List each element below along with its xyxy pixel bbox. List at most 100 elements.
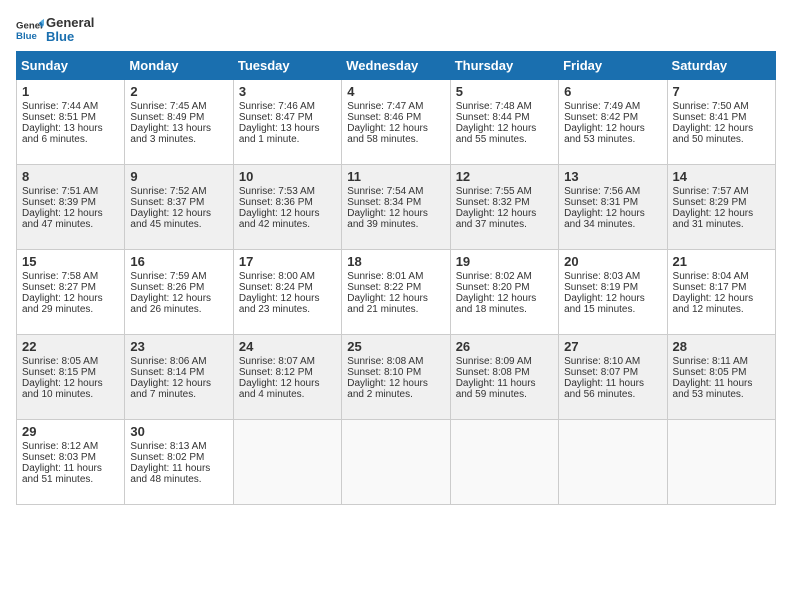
sunset-label: Sunset: 8:29 PM	[673, 197, 747, 208]
calendar-week-row: 8 Sunrise: 7:51 AM Sunset: 8:39 PM Dayli…	[17, 164, 776, 249]
day-number: 29	[22, 424, 119, 439]
day-number: 2	[130, 84, 227, 99]
day-number: 22	[22, 339, 119, 354]
daylight-label: Daylight: 11 hours and 53 minutes.	[673, 378, 753, 400]
daylight-label: Daylight: 12 hours and 31 minutes.	[673, 208, 754, 230]
sunrise-label: Sunrise: 8:09 AM	[456, 356, 532, 367]
day-number: 24	[239, 339, 336, 354]
table-row: 3 Sunrise: 7:46 AM Sunset: 8:47 PM Dayli…	[233, 79, 341, 164]
sunset-label: Sunset: 8:44 PM	[456, 112, 530, 123]
day-number: 23	[130, 339, 227, 354]
daylight-label: Daylight: 12 hours and 12 minutes.	[673, 293, 754, 315]
table-row: 21 Sunrise: 8:04 AM Sunset: 8:17 PM Dayl…	[667, 249, 775, 334]
sunset-label: Sunset: 8:51 PM	[22, 112, 96, 123]
sunset-label: Sunset: 8:08 PM	[456, 367, 530, 378]
sunrise-label: Sunrise: 7:55 AM	[456, 186, 532, 197]
day-number: 3	[239, 84, 336, 99]
table-row: 6 Sunrise: 7:49 AM Sunset: 8:42 PM Dayli…	[559, 79, 667, 164]
table-row: 18 Sunrise: 8:01 AM Sunset: 8:22 PM Dayl…	[342, 249, 450, 334]
sunset-label: Sunset: 8:34 PM	[347, 197, 421, 208]
day-number: 17	[239, 254, 336, 269]
calendar-week-row: 15 Sunrise: 7:58 AM Sunset: 8:27 PM Dayl…	[17, 249, 776, 334]
sunrise-label: Sunrise: 8:02 AM	[456, 271, 532, 282]
daylight-label: Daylight: 12 hours and 15 minutes.	[564, 293, 645, 315]
daylight-label: Daylight: 12 hours and 7 minutes.	[130, 378, 211, 400]
calendar-table: Sunday Monday Tuesday Wednesday Thursday…	[16, 51, 776, 505]
sunrise-label: Sunrise: 8:00 AM	[239, 271, 315, 282]
daylight-label: Daylight: 11 hours and 48 minutes.	[130, 463, 210, 485]
table-row: 16 Sunrise: 7:59 AM Sunset: 8:26 PM Dayl…	[125, 249, 233, 334]
table-row: 22 Sunrise: 8:05 AM Sunset: 8:15 PM Dayl…	[17, 334, 125, 419]
sunrise-label: Sunrise: 7:46 AM	[239, 101, 315, 112]
sunrise-label: Sunrise: 7:54 AM	[347, 186, 423, 197]
header-thursday: Thursday	[450, 51, 558, 79]
daylight-label: Daylight: 11 hours and 59 minutes.	[456, 378, 536, 400]
header-sunday: Sunday	[17, 51, 125, 79]
day-number: 21	[673, 254, 770, 269]
day-number: 30	[130, 424, 227, 439]
daylight-label: Daylight: 12 hours and 50 minutes.	[673, 123, 754, 145]
sunrise-label: Sunrise: 8:10 AM	[564, 356, 640, 367]
table-row: 26 Sunrise: 8:09 AM Sunset: 8:08 PM Dayl…	[450, 334, 558, 419]
daylight-label: Daylight: 12 hours and 37 minutes.	[456, 208, 537, 230]
table-row: 20 Sunrise: 8:03 AM Sunset: 8:19 PM Dayl…	[559, 249, 667, 334]
sunset-label: Sunset: 8:32 PM	[456, 197, 530, 208]
sunset-label: Sunset: 8:27 PM	[22, 282, 96, 293]
table-row: 27 Sunrise: 8:10 AM Sunset: 8:07 PM Dayl…	[559, 334, 667, 419]
sunrise-label: Sunrise: 7:52 AM	[130, 186, 206, 197]
table-row: 9 Sunrise: 7:52 AM Sunset: 8:37 PM Dayli…	[125, 164, 233, 249]
sunset-label: Sunset: 8:05 PM	[673, 367, 747, 378]
sunset-label: Sunset: 8:26 PM	[130, 282, 204, 293]
day-number: 8	[22, 169, 119, 184]
daylight-label: Daylight: 12 hours and 10 minutes.	[22, 378, 103, 400]
day-number: 1	[22, 84, 119, 99]
logo-icon: General Blue	[16, 16, 44, 44]
daylight-label: Daylight: 12 hours and 29 minutes.	[22, 293, 103, 315]
table-row: 15 Sunrise: 7:58 AM Sunset: 8:27 PM Dayl…	[17, 249, 125, 334]
table-row: 14 Sunrise: 7:57 AM Sunset: 8:29 PM Dayl…	[667, 164, 775, 249]
sunset-label: Sunset: 8:47 PM	[239, 112, 313, 123]
sunset-label: Sunset: 8:36 PM	[239, 197, 313, 208]
daylight-label: Daylight: 12 hours and 39 minutes.	[347, 208, 428, 230]
table-row	[667, 419, 775, 504]
header-monday: Monday	[125, 51, 233, 79]
daylight-label: Daylight: 13 hours and 3 minutes.	[130, 123, 211, 145]
sunrise-label: Sunrise: 8:04 AM	[673, 271, 749, 282]
sunset-label: Sunset: 8:17 PM	[673, 282, 747, 293]
table-row: 23 Sunrise: 8:06 AM Sunset: 8:14 PM Dayl…	[125, 334, 233, 419]
day-number: 16	[130, 254, 227, 269]
sunrise-label: Sunrise: 7:56 AM	[564, 186, 640, 197]
logo: General Blue General Blue	[16, 16, 94, 45]
day-number: 10	[239, 169, 336, 184]
sunset-label: Sunset: 8:14 PM	[130, 367, 204, 378]
header-wednesday: Wednesday	[342, 51, 450, 79]
daylight-label: Daylight: 12 hours and 45 minutes.	[130, 208, 211, 230]
header-saturday: Saturday	[667, 51, 775, 79]
day-number: 18	[347, 254, 444, 269]
daylight-label: Daylight: 12 hours and 2 minutes.	[347, 378, 428, 400]
sunrise-label: Sunrise: 7:57 AM	[673, 186, 749, 197]
sunrise-label: Sunrise: 7:47 AM	[347, 101, 423, 112]
table-row: 17 Sunrise: 8:00 AM Sunset: 8:24 PM Dayl…	[233, 249, 341, 334]
sunset-label: Sunset: 8:02 PM	[130, 452, 204, 463]
day-number: 11	[347, 169, 444, 184]
table-row	[233, 419, 341, 504]
sunrise-label: Sunrise: 8:01 AM	[347, 271, 423, 282]
daylight-label: Daylight: 13 hours and 6 minutes.	[22, 123, 103, 145]
sunset-label: Sunset: 8:49 PM	[130, 112, 204, 123]
sunrise-label: Sunrise: 8:06 AM	[130, 356, 206, 367]
svg-text:Blue: Blue	[16, 31, 37, 42]
day-number: 25	[347, 339, 444, 354]
sunset-label: Sunset: 8:39 PM	[22, 197, 96, 208]
sunrise-label: Sunrise: 7:44 AM	[22, 101, 98, 112]
sunrise-label: Sunrise: 7:58 AM	[22, 271, 98, 282]
sunrise-label: Sunrise: 7:59 AM	[130, 271, 206, 282]
sunrise-label: Sunrise: 8:05 AM	[22, 356, 98, 367]
day-number: 12	[456, 169, 553, 184]
daylight-label: Daylight: 12 hours and 47 minutes.	[22, 208, 103, 230]
sunrise-label: Sunrise: 8:11 AM	[673, 356, 748, 367]
daylight-label: Daylight: 11 hours and 56 minutes.	[564, 378, 644, 400]
sunrise-label: Sunrise: 8:13 AM	[130, 441, 206, 452]
sunset-label: Sunset: 8:07 PM	[564, 367, 638, 378]
calendar-week-row: 29 Sunrise: 8:12 AM Sunset: 8:03 PM Dayl…	[17, 419, 776, 504]
